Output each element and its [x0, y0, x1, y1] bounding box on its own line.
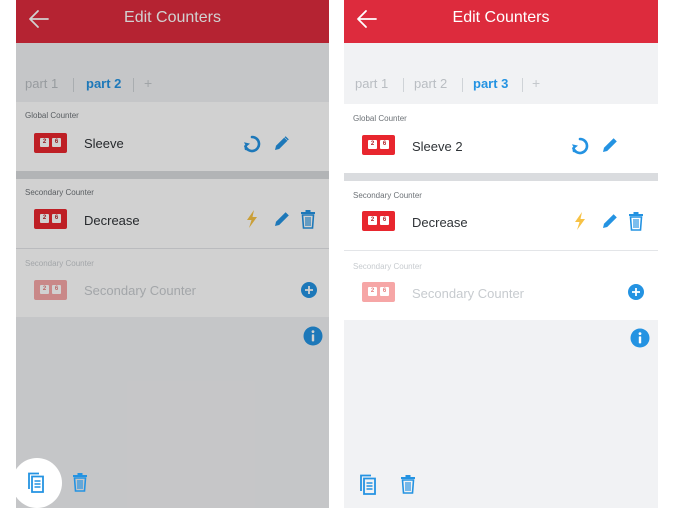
counter-name[interactable]: Decrease [412, 215, 468, 230]
edit-pencil-icon[interactable] [600, 211, 620, 231]
trash-icon[interactable] [400, 474, 416, 494]
row-label: Secondary Counter [25, 259, 94, 268]
edit-pencil-icon[interactable] [600, 135, 620, 155]
copy-icon[interactable] [358, 474, 378, 496]
page-title: Edit Counters [452, 9, 550, 26]
secondary-counters-card: Secondary Counter 2 6 Decrease Secondary… [344, 181, 658, 320]
secondary-counters-card: Secondary Counter 2 6 Decrease Secondary… [16, 179, 329, 317]
add-tab-button[interactable]: + [144, 75, 152, 91]
add-tab-button[interactable]: + [532, 75, 540, 91]
trash-icon[interactable] [628, 211, 644, 231]
section-divider [16, 171, 329, 179]
counter-icon: 2 6 [362, 282, 395, 302]
counter-name[interactable]: Sleeve 2 [412, 139, 463, 154]
trash-icon[interactable] [300, 209, 316, 229]
tab-part-1[interactable]: part 1 [25, 76, 58, 91]
global-counter-card: Global Counter 2 6 Sleeve 2 [344, 104, 658, 173]
counter-icon: 2 6 [34, 209, 67, 229]
row-label: Secondary Counter [25, 188, 94, 197]
row-label: Global Counter [25, 111, 79, 120]
lightning-icon[interactable] [244, 209, 260, 229]
part-tabs: part 1 part 2 part 3 + [344, 75, 658, 100]
row-label: Secondary Counter [353, 262, 422, 271]
info-icon[interactable] [303, 326, 323, 346]
copy-icon[interactable] [26, 472, 46, 494]
row-divider [16, 248, 329, 249]
tab-separator [522, 78, 523, 92]
phone-screen-dimmed: Edit Counters part 1 part 2 + Global Cou… [16, 0, 329, 508]
counter-icon: 2 6 [362, 211, 395, 231]
phone-screen: Edit Counters part 1 part 2 part 3 + Glo… [344, 0, 658, 508]
plus-circle-icon[interactable] [627, 283, 645, 301]
row-label: Global Counter [353, 114, 407, 123]
tab-part-3[interactable]: part 3 [473, 76, 508, 91]
page-title: Edit Counters [124, 9, 221, 26]
tab-separator [403, 78, 404, 92]
section-divider [344, 173, 658, 181]
counter-name[interactable]: Decrease [84, 213, 140, 228]
part-tabs: part 1 part 2 + [16, 75, 329, 100]
tab-part-2[interactable]: part 2 [414, 76, 447, 91]
info-icon[interactable] [630, 328, 650, 348]
add-counter-placeholder[interactable]: Secondary Counter [84, 283, 196, 298]
tab-part-1[interactable]: part 1 [355, 76, 388, 91]
lightning-icon[interactable] [572, 211, 588, 231]
tab-separator [462, 78, 463, 92]
edit-pencil-icon[interactable] [272, 209, 292, 229]
edit-pencil-icon[interactable] [272, 133, 292, 153]
tab-separator [73, 78, 74, 92]
reset-counter-icon[interactable] [570, 136, 590, 156]
reset-counter-icon[interactable] [242, 134, 262, 154]
trash-icon[interactable] [72, 472, 88, 492]
app-header: Edit Counters [344, 0, 658, 43]
app-header: Edit Counters [16, 0, 329, 43]
plus-circle-icon[interactable] [300, 281, 318, 299]
add-counter-placeholder[interactable]: Secondary Counter [412, 286, 524, 301]
screenshot-stage: Edit Counters part 1 part 2 + Global Cou… [0, 0, 676, 508]
global-counter-card: Global Counter 2 6 Sleeve [16, 102, 329, 171]
row-label: Secondary Counter [353, 191, 422, 200]
tab-part-2[interactable]: part 2 [86, 76, 121, 91]
row-divider [344, 250, 658, 251]
counter-icon: 2 6 [362, 135, 395, 155]
counter-icon: 2 6 [34, 280, 67, 300]
tab-separator [133, 78, 134, 92]
counter-name[interactable]: Sleeve [84, 136, 124, 151]
counter-icon: 2 6 [34, 133, 67, 153]
